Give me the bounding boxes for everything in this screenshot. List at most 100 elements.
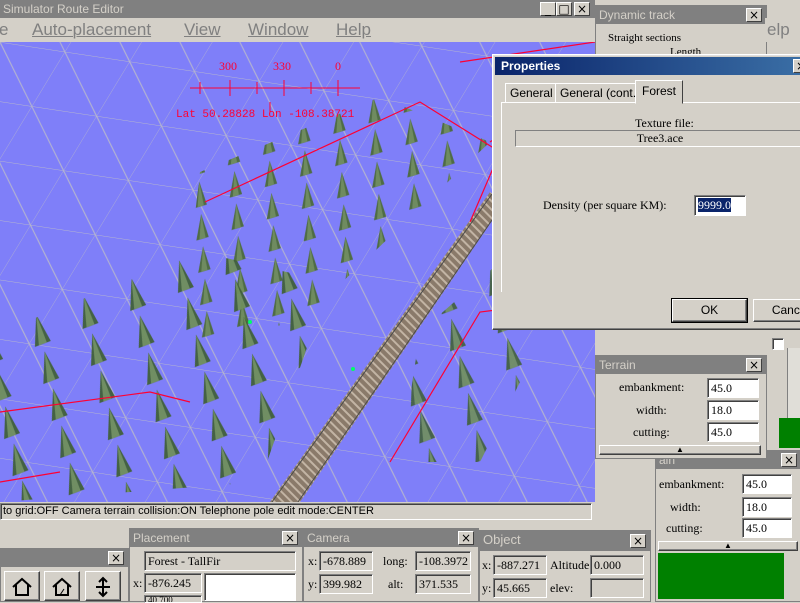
right-green-indicator <box>779 418 800 448</box>
home-arrows-button[interactable] <box>85 571 121 601</box>
placement-x-label: x: <box>133 576 143 590</box>
app-titlebar: Simulator Route Editor <box>0 0 595 18</box>
terrain-back-embankment-text: 45.0 <box>746 477 767 491</box>
density-input[interactable]: 9999.0 <box>694 195 746 216</box>
tab-general-cont-label: General (cont.) <box>560 86 641 100</box>
terrain-cutting-input[interactable]: 45.0 <box>707 422 759 442</box>
properties-dialog: Properties × General General (cont.) For… <box>492 54 800 330</box>
dynamic-track-titlebar: Dynamic track <box>596 6 766 24</box>
placement-x-field: -876.245 <box>144 573 202 593</box>
dynamic-track-close-button[interactable]: × <box>746 8 762 22</box>
tab-general-label: General <box>510 86 553 100</box>
terrain-embankment-text: 45.0 <box>711 381 732 395</box>
camera-y-label: y: <box>308 577 318 591</box>
terrain-back-width-input[interactable]: 18.0 <box>742 497 792 517</box>
minimize-button[interactable]: _ <box>540 2 556 16</box>
object-x-label: x: <box>482 558 492 572</box>
ok-button[interactable]: OK <box>671 298 748 323</box>
terrain-width-label: width: <box>636 403 667 417</box>
object-y-text: 45.665 <box>497 581 530 595</box>
close-button[interactable]: × <box>574 2 590 16</box>
placement-title: Placement <box>133 531 190 545</box>
object-altitude-field: 0.000 <box>590 555 644 575</box>
terrain-back-cutting-input[interactable]: 45.0 <box>742 518 792 538</box>
placement-notes-box[interactable] <box>204 573 296 601</box>
camera-y-field: 399.982 <box>319 574 373 594</box>
terrain-width-text: 18.0 <box>711 403 732 417</box>
object-y-field: 45.665 <box>493 578 547 598</box>
placement-panel: Placement × Forest - TallFir x: -876.245… <box>129 528 303 603</box>
placement-close-button[interactable]: × <box>282 531 298 545</box>
placement-object-text: Forest - TallFir <box>148 554 221 568</box>
texture-file-label: Texture file: <box>635 116 694 130</box>
menu-auto-placement[interactable]: Auto-placement <box>32 20 151 40</box>
camera-long-label: long: <box>383 554 408 568</box>
lat-lon-readout: Lat 50.28828 Lon -108.38721 <box>176 109 355 121</box>
camera-long-field: -108.3972 <box>415 551 471 571</box>
toolbox-close-button[interactable]: × <box>108 551 124 565</box>
compass-tick-300: 300 <box>219 59 237 73</box>
placement-partial-text: 40.700 <box>148 595 173 603</box>
menu-edit[interactable]: e <box>0 20 8 40</box>
tab-general-cont[interactable]: General (cont.) <box>555 83 646 103</box>
properties-titlebar: Properties <box>495 57 800 75</box>
terrain-close-button[interactable]: × <box>746 358 762 372</box>
tab-forest[interactable]: Forest <box>635 80 684 104</box>
object-titlebar: Object <box>480 531 650 551</box>
camera-alt-text: 371.535 <box>419 577 458 591</box>
camera-alt-field: 371.535 <box>415 574 471 594</box>
camera-y-text: 399.982 <box>323 577 362 591</box>
cancel-button[interactable]: Cancel <box>753 299 800 322</box>
object-title: Object <box>483 532 521 547</box>
right-help-strip: elp <box>765 18 800 42</box>
terrain-cutting-label: cutting: <box>633 425 670 439</box>
camera-close-button[interactable]: × <box>458 531 474 545</box>
texture-file-text: Tree3.ace <box>636 131 684 145</box>
terrain-back-cutting-text: 45.0 <box>746 521 767 535</box>
terrain-back-up-button[interactable]: ▲ <box>658 541 798 551</box>
home-outline-icon <box>52 577 72 596</box>
object-altitude-text: 0.000 <box>594 558 621 572</box>
menu-bar: e Auto-placement View Window Help <box>0 18 595 42</box>
terrain-panel: Terrain × embankment: 45.0 width: 18.0 c… <box>595 355 767 459</box>
compass-tick-0: 0 <box>335 59 341 73</box>
tab-forest-label: Forest <box>642 84 677 98</box>
tab-general[interactable]: General <box>505 83 558 103</box>
home-button[interactable] <box>4 571 40 601</box>
status-text: to grid:OFF Camera terrain collision:ON … <box>3 505 374 517</box>
properties-title: Properties <box>501 59 561 73</box>
object-x-text: -887.271 <box>497 558 540 572</box>
right-checkbox[interactable] <box>772 338 784 350</box>
menu-window[interactable]: Window <box>248 20 308 40</box>
dynamic-track-title: Dynamic track <box>599 8 676 22</box>
placement-partial-field: 40.700 <box>144 595 202 603</box>
maximize-button[interactable]: □ <box>556 2 572 16</box>
menu-view[interactable]: View <box>184 20 221 40</box>
app-title: Simulator Route Editor <box>3 2 124 16</box>
compass-tick-330: 330 <box>273 59 291 73</box>
density-input-text: 9999.0 <box>698 198 731 212</box>
terrain-embankment-input[interactable]: 45.0 <box>707 378 759 398</box>
terrain-back-close-button[interactable]: × <box>781 453 797 467</box>
toolbox-panel: × <box>0 548 129 602</box>
ok-button-label: OK <box>700 303 719 317</box>
terrain-back-width-text: 18.0 <box>746 500 767 514</box>
object-panel: Object × x: -887.271 Altitude 0.000 y: 4… <box>479 530 651 602</box>
home-outline-button[interactable] <box>44 571 80 601</box>
menu-help[interactable]: Help <box>336 20 371 40</box>
cancel-button-label: Cancel <box>771 303 800 317</box>
properties-close-button[interactable]: × <box>793 59 800 73</box>
terrain-back-green-area <box>658 553 784 599</box>
terrain-width-input[interactable]: 18.0 <box>707 400 759 420</box>
terrain-titlebar: Terrain <box>596 356 766 374</box>
camera-title: Camera <box>307 531 350 545</box>
object-close-button[interactable]: × <box>630 534 646 548</box>
camera-titlebar: Camera <box>304 529 478 547</box>
terrain-up-button[interactable]: ▲ <box>599 445 761 455</box>
help-menu-partial[interactable]: elp <box>767 20 790 40</box>
object-elev-field <box>590 578 644 598</box>
status-bar: to grid:OFF Camera terrain collision:ON … <box>0 503 592 520</box>
density-label: Density (per square KM): <box>543 198 667 212</box>
placement-object-field: Forest - TallFir <box>144 551 296 571</box>
terrain-back-embankment-input[interactable]: 45.0 <box>742 474 792 494</box>
